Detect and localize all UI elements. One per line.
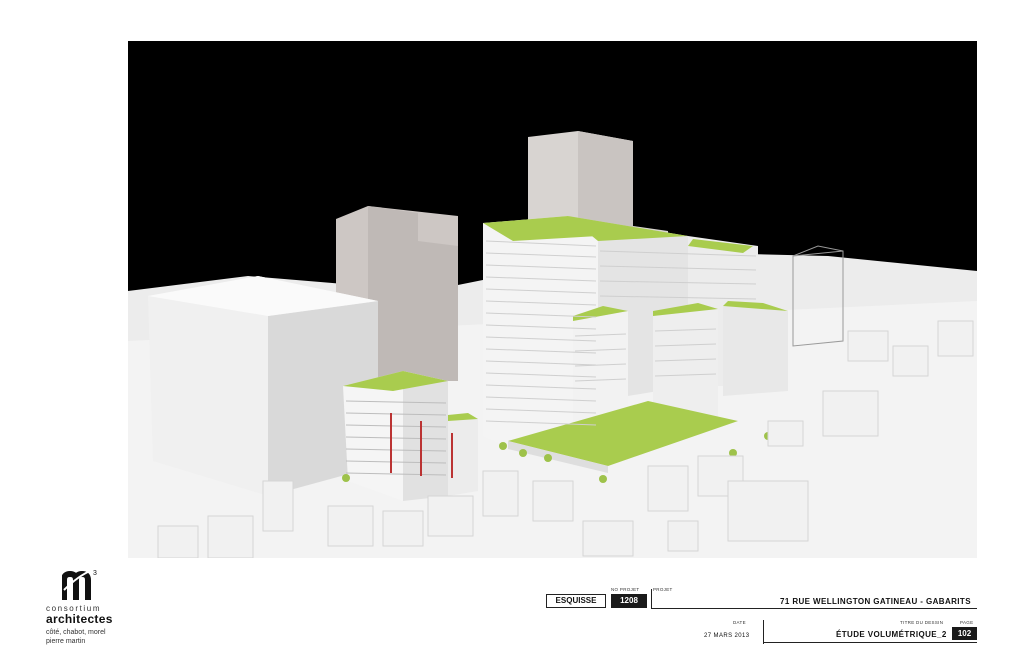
project-divider	[651, 589, 652, 609]
project-label: PROJET	[653, 587, 673, 592]
project-title: 71 RUE WELLINGTON GATINEAU - GABARITS	[780, 597, 971, 606]
project-no-label: NO PROJET	[611, 587, 640, 592]
date-label: DATE	[733, 620, 746, 625]
project-no: 1208	[611, 594, 647, 608]
phase-box: ESQUISSE	[546, 594, 606, 608]
date-value: 27 MARS 2013	[704, 633, 750, 639]
logo-mark: 3	[61, 566, 102, 607]
page-label: PAGE	[960, 620, 974, 625]
page-number: 102	[952, 627, 977, 640]
project-underline	[651, 608, 977, 609]
logo-name: architectes	[46, 612, 113, 626]
massing-render-image	[128, 131, 977, 558]
massing-render	[128, 41, 977, 558]
svg-text:3: 3	[93, 570, 97, 577]
drawing-title-underline	[764, 642, 977, 643]
date-divider	[763, 620, 764, 644]
partners-line-2: pierre martin	[46, 638, 86, 645]
drawing-title-label: TITRE DU DESSIN	[900, 620, 944, 625]
drawing-title: ÉTUDE VOLUMÉTRIQUE_2	[836, 630, 947, 639]
partners-line-1: côté, chabot, morel	[46, 629, 106, 636]
firm-logo: 3 consortium architectes côté, chabot, m…	[46, 566, 146, 661]
m3-logo-icon: 3	[61, 569, 97, 600]
logo-partners: côté, chabot, morel pierre martin	[46, 628, 156, 646]
